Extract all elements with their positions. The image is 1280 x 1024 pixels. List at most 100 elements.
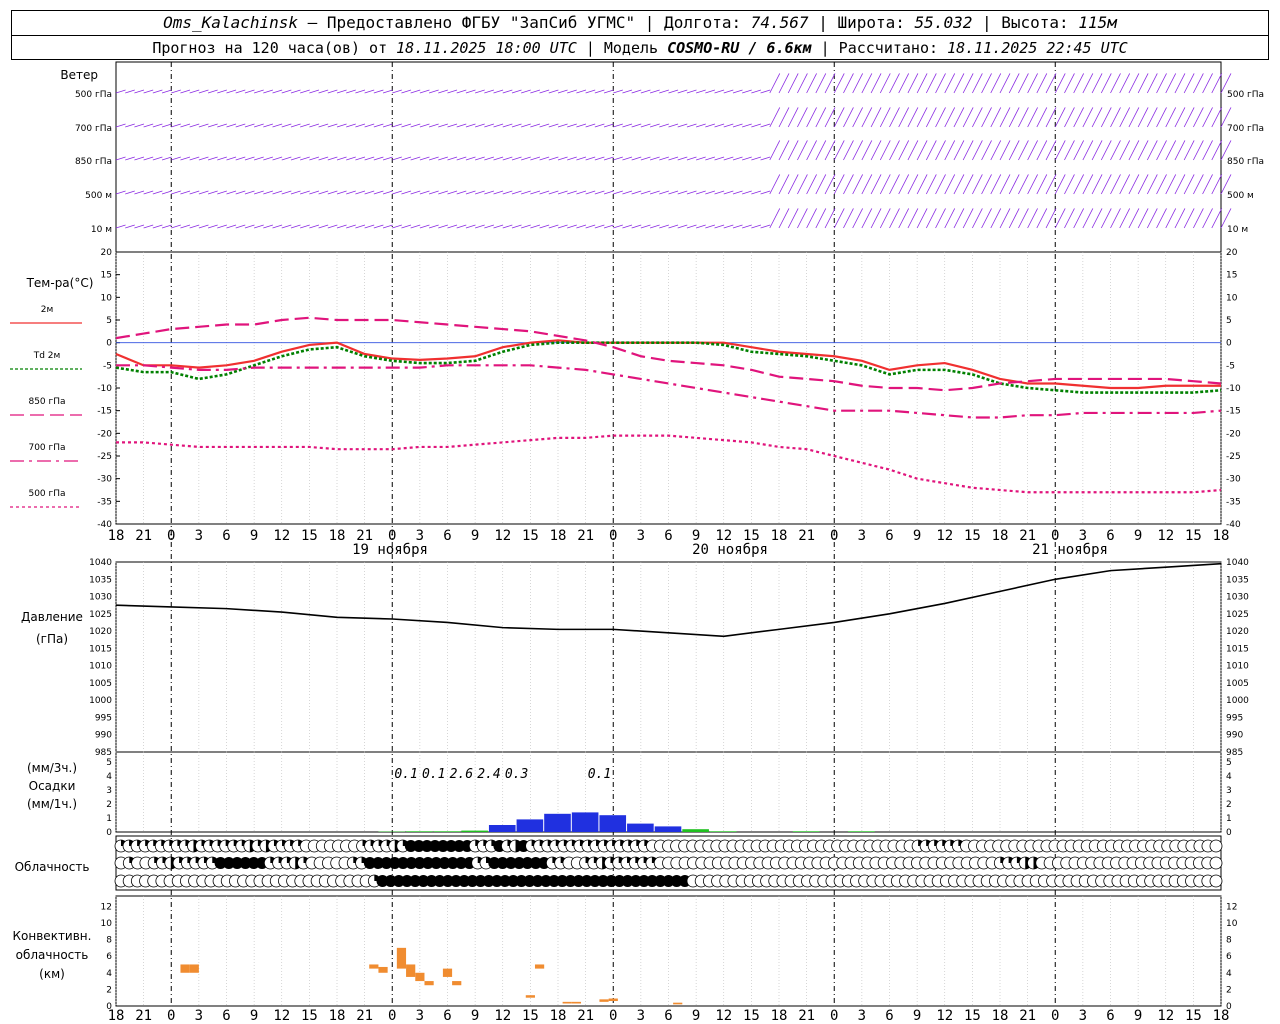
x-tick-label-bottom: 9 [471, 1008, 479, 1024]
wind-barb [428, 156, 439, 161]
wind-barb [659, 123, 669, 128]
wind-barb [1174, 174, 1186, 195]
wind-barb [198, 89, 209, 94]
wind-barb [742, 224, 752, 229]
wind-barb [364, 89, 375, 94]
x-tick-label-bottom: 21 [135, 1008, 152, 1024]
x-tick-label-bottom: 3 [637, 1008, 645, 1024]
wind-barb [189, 89, 200, 94]
wind-level-right: 700 гПа [1227, 124, 1264, 134]
wind-barb [962, 140, 974, 161]
temp-tick-left: 0 [106, 339, 112, 349]
wind-barb [1054, 208, 1066, 229]
x-tick-label-bottom: 6 [222, 1008, 230, 1024]
wind-barb [392, 156, 402, 161]
wind-barb [161, 89, 172, 94]
wind-barb [152, 190, 163, 195]
wind-barb [1156, 174, 1167, 195]
wind-barb [594, 123, 605, 128]
wind-barb [217, 89, 227, 94]
temp-tick-left: -35 [97, 497, 112, 507]
wind-barb [548, 224, 559, 229]
wind-barb [161, 224, 172, 229]
x-tick-label: 18 [108, 528, 125, 544]
wind-barb [1054, 73, 1066, 94]
wind-barb [843, 107, 854, 128]
cloud-title: Облачность [15, 860, 90, 874]
wind-barb [622, 224, 633, 229]
conv-cloud-bar [534, 964, 545, 969]
wind-barb [1202, 140, 1213, 161]
wind-barb [833, 140, 845, 161]
wind-barb [475, 190, 485, 195]
wind-barb [677, 123, 688, 128]
wind-barb [530, 190, 541, 195]
wind-barb [410, 224, 421, 229]
wind-barb [373, 190, 384, 195]
wind-barb [1202, 73, 1213, 94]
x-tick-label: 18 [1213, 528, 1230, 544]
x-tick-label-bottom: 9 [692, 1008, 700, 1024]
wind-barb [686, 156, 697, 161]
wind-barb [1137, 174, 1149, 195]
wind-barb [171, 123, 181, 128]
wind-barb [907, 174, 919, 195]
x-tick-label: 0 [609, 528, 617, 544]
wind-barb [1064, 208, 1075, 229]
conv-cloud-bar [378, 966, 388, 973]
wind-barb [364, 224, 375, 229]
x-tick-label: 0 [167, 528, 175, 544]
wind-barb [769, 73, 781, 94]
wind-barb [521, 156, 531, 161]
wind-barb [300, 190, 310, 195]
x-tick-label-bottom: 3 [416, 1008, 424, 1024]
pressure-tick-right: 1005 [1226, 679, 1249, 689]
wind-barb [1036, 107, 1048, 128]
wind-barb [1100, 208, 1112, 229]
wind-barb [1091, 107, 1103, 128]
wind-barb [382, 224, 393, 229]
wind-barb [1073, 140, 1085, 161]
wind-barb [382, 123, 393, 128]
wind-barb [272, 224, 283, 229]
wind-barb [244, 156, 255, 161]
wind-barb [649, 123, 660, 128]
temp-tick-right: 0 [1226, 339, 1232, 349]
temp-tick-right: -30 [1226, 475, 1241, 485]
conv-cloud-bar [442, 968, 453, 977]
wind-barb [521, 224, 531, 229]
wind-barb [161, 156, 172, 161]
wind-barb [318, 224, 329, 229]
wind-barb [336, 156, 347, 161]
wind-barb [732, 89, 743, 94]
wind-barb [557, 123, 568, 128]
wind-barb [925, 107, 937, 128]
wind-barb [668, 156, 679, 161]
temp-tick-left: -10 [97, 384, 112, 394]
wind-barb [539, 190, 550, 195]
wind-barb [1119, 73, 1131, 94]
conv-cloud-bar [599, 999, 609, 1002]
wind-barb [511, 190, 522, 195]
wind-barb [1008, 73, 1020, 94]
x-tick-label: 9 [1134, 528, 1142, 544]
wind-barb [309, 89, 320, 94]
wind-barb [364, 156, 375, 161]
wind-barb [318, 123, 329, 128]
precip-tick-left: 4 [106, 772, 112, 782]
wind-barb [769, 174, 781, 195]
temp-tick-right: 10 [1226, 293, 1238, 303]
wind-barb [235, 156, 246, 161]
wind-barb [677, 156, 688, 161]
temp-tick-left: 15 [101, 271, 112, 281]
wind-barb [567, 156, 577, 161]
wind-barb [1054, 174, 1066, 195]
wind-barb [1183, 73, 1195, 94]
wind-barb [649, 224, 660, 229]
wind-barb [217, 123, 227, 128]
wind-barb [1211, 174, 1223, 195]
wind-barb [125, 89, 135, 94]
wind-barb [696, 190, 706, 195]
wind-barb [843, 140, 854, 161]
wind-barb [152, 123, 163, 128]
